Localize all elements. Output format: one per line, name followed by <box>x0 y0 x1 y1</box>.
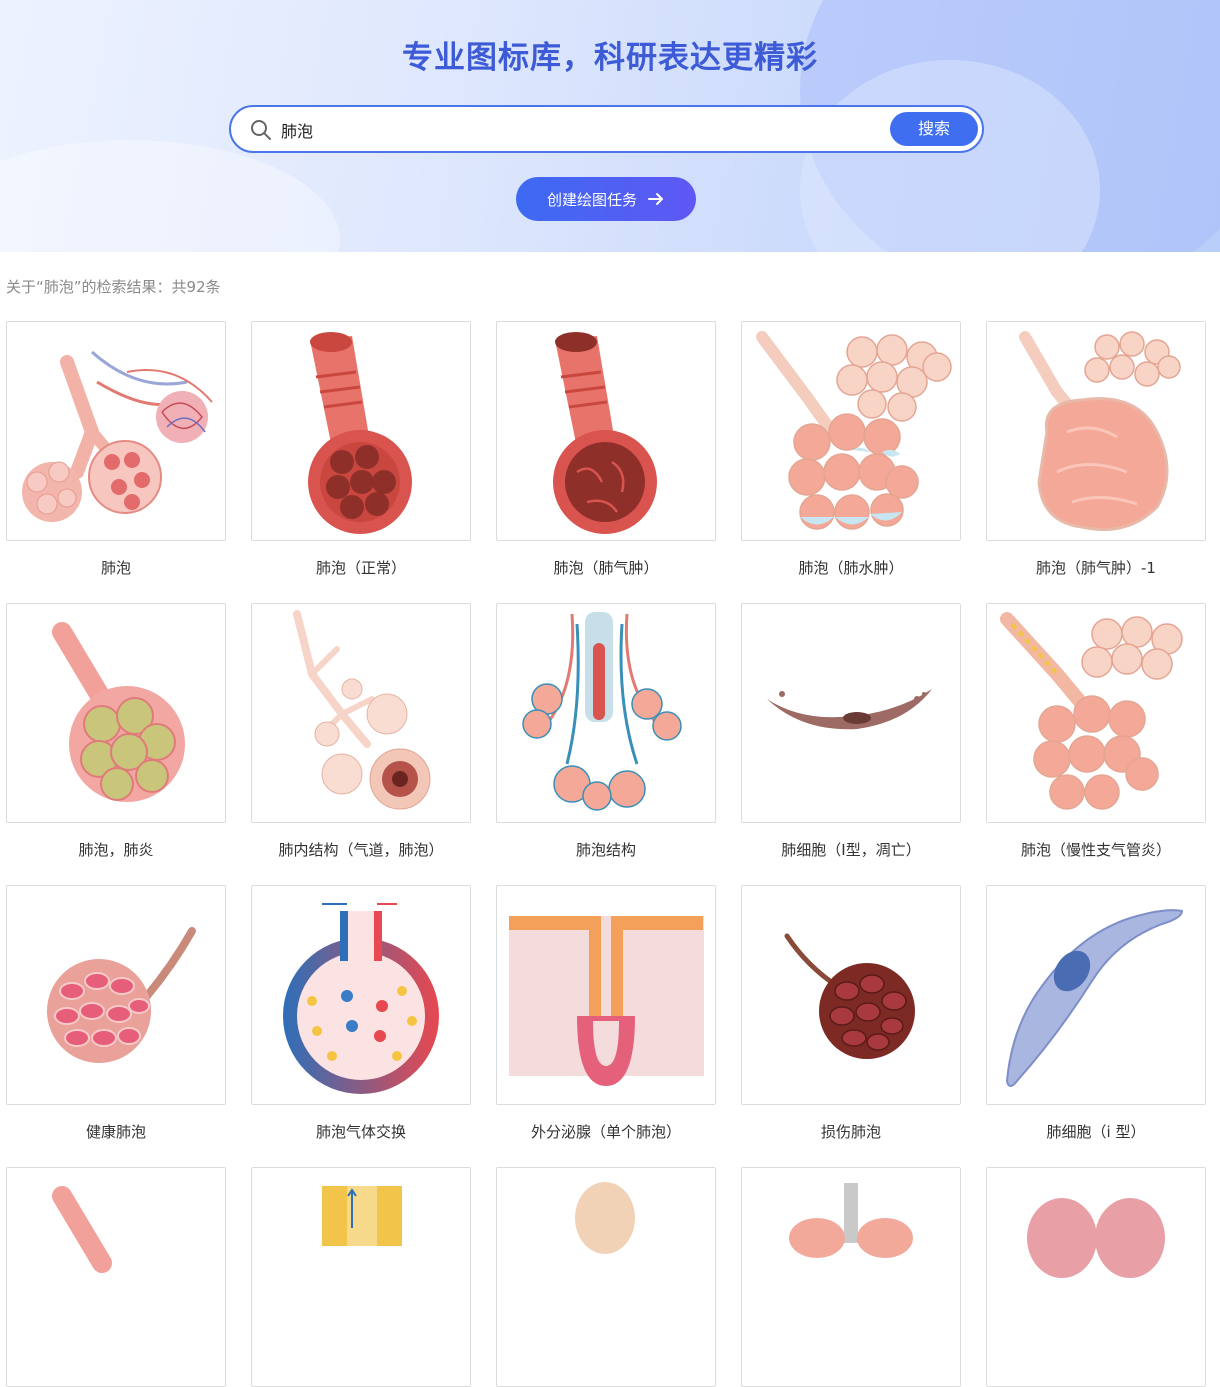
human-head-partial-icon <box>575 1182 635 1254</box>
result-thumbnail[interactable] <box>986 603 1206 823</box>
result-card[interactable]: 肺细胞（i 型） <box>986 885 1206 1142</box>
create-drawing-task-button[interactable]: 创建绘图任务 <box>516 177 696 221</box>
search-button[interactable]: 搜索 <box>890 112 978 146</box>
result-card[interactable] <box>741 1167 961 1387</box>
result-card[interactable]: 肺内结构（气道，肺泡） <box>251 603 471 860</box>
result-card[interactable]: 肺泡（肺水肿） <box>741 321 961 578</box>
result-card[interactable]: 肺泡，肺炎 <box>6 603 226 860</box>
result-card[interactable]: 肺泡（肺气肿）-1 <box>986 321 1206 578</box>
result-card[interactable] <box>6 1167 226 1387</box>
alveolus-emphysema-1-icon <box>1019 331 1181 531</box>
result-thumbnail[interactable] <box>986 321 1206 541</box>
alveolar-structure-icon <box>522 612 682 811</box>
search-input[interactable] <box>279 113 883 147</box>
result-card[interactable]: 肺泡（肺气肿） <box>496 321 716 578</box>
result-caption[interactable]: 肺泡（慢性支气管炎） <box>986 839 1206 860</box>
result-thumbnail[interactable] <box>496 603 716 823</box>
result-thumbnail[interactable] <box>6 603 226 823</box>
result-thumbnail[interactable] <box>251 885 471 1105</box>
result-card[interactable]: 肺细胞（I型，凋亡） <box>741 603 961 860</box>
result-card[interactable] <box>496 1167 716 1387</box>
result-caption[interactable]: 肺泡气体交换 <box>251 1121 471 1142</box>
result-caption[interactable]: 肺泡（正常） <box>251 557 471 578</box>
result-caption[interactable]: 肺泡（肺气肿）-1 <box>986 557 1206 578</box>
result-card[interactable]: 肺泡（慢性支气管炎） <box>986 603 1206 860</box>
result-thumbnail[interactable] <box>986 885 1206 1105</box>
result-caption[interactable]: 损伤肺泡 <box>741 1121 961 1142</box>
lung-airway-structure-icon <box>293 610 431 810</box>
result-caption[interactable]: 肺细胞（I型，凋亡） <box>741 839 961 860</box>
result-thumbnail[interactable] <box>741 603 961 823</box>
result-thumbnail[interactable] <box>986 1167 1206 1387</box>
create-drawing-task-label: 创建绘图任务 <box>546 190 637 209</box>
arrow-right-icon <box>648 193 663 205</box>
result-card[interactable]: 健康肺泡 <box>6 885 226 1142</box>
result-thumbnail[interactable] <box>741 321 961 541</box>
type1-cell-apoptosis-icon <box>767 689 932 730</box>
alveolus-partial-icon <box>52 1186 112 1273</box>
result-thumbnail[interactable] <box>741 1167 961 1387</box>
result-thumbnail[interactable] <box>251 1167 471 1387</box>
exocrine-gland-icon <box>509 916 704 1086</box>
alveolus-pneumonia-icon <box>52 622 185 802</box>
result-thumbnail[interactable] <box>6 885 226 1105</box>
result-card[interactable] <box>986 1167 1206 1387</box>
result-summary: 关于“肺泡”的检索结果：共92条 <box>6 278 221 296</box>
hero-decoration <box>0 140 340 252</box>
result-thumbnail[interactable] <box>251 603 471 823</box>
result-caption[interactable]: 健康肺泡 <box>6 1121 226 1142</box>
result-caption[interactable]: 外分泌腺（单个肺泡） <box>496 1121 716 1142</box>
alveolus-edema-icon <box>756 331 952 530</box>
result-caption[interactable]: 肺泡 <box>6 557 226 578</box>
result-thumbnail[interactable] <box>741 885 961 1105</box>
result-card[interactable]: 外分泌腺（单个肺泡） <box>496 885 716 1142</box>
result-card[interactable]: 肺泡结构 <box>496 603 716 860</box>
result-card[interactable]: 肺泡气体交换 <box>251 885 471 1142</box>
search-bar[interactable]: 搜索 <box>229 105 984 153</box>
result-thumbnail[interactable] <box>6 1167 226 1387</box>
result-thumbnail[interactable] <box>496 1167 716 1387</box>
alveolus-chronic-bronchitis-icon <box>1000 612 1183 810</box>
result-thumbnail[interactable] <box>496 885 716 1105</box>
result-thumbnail[interactable] <box>6 321 226 541</box>
healthy-alveolus-icon <box>47 927 196 1063</box>
result-caption[interactable]: 肺泡（肺气肿） <box>496 557 716 578</box>
alveolus-normal-icon <box>308 332 412 534</box>
trachea-lungs-partial-icon <box>789 1183 913 1258</box>
result-caption[interactable]: 肺泡，肺炎 <box>6 839 226 860</box>
result-thumbnail[interactable] <box>251 321 471 541</box>
result-card[interactable]: 肺泡 <box>6 321 226 578</box>
search-icon <box>251 120 271 140</box>
alveolar-gas-exchange-icon <box>283 903 439 1094</box>
result-card[interactable]: 肺泡（正常） <box>251 321 471 578</box>
page-title: 专业图标库，科研表达更精彩 <box>402 40 818 76</box>
lungs-partial-icon <box>1027 1198 1165 1278</box>
hero-banner: 专业图标库，科研表达更精彩 搜索 创建绘图任务 <box>0 0 1220 252</box>
result-card[interactable] <box>251 1167 471 1387</box>
alveolus-emphysema-icon <box>553 332 657 534</box>
result-card[interactable]: 损伤肺泡 <box>741 885 961 1142</box>
damaged-alveolus-icon <box>784 933 915 1059</box>
result-caption[interactable]: 肺泡（肺水肿） <box>741 557 961 578</box>
type1-pneumocyte-icon <box>1005 909 1184 1087</box>
alveoli-branch-icon <box>22 350 213 522</box>
airway-section-partial-icon <box>322 1186 402 1246</box>
result-caption[interactable]: 肺细胞（i 型） <box>986 1121 1206 1142</box>
result-thumbnail[interactable] <box>496 321 716 541</box>
result-caption[interactable]: 肺内结构（气道，肺泡） <box>251 839 471 860</box>
result-caption[interactable]: 肺泡结构 <box>496 839 716 860</box>
